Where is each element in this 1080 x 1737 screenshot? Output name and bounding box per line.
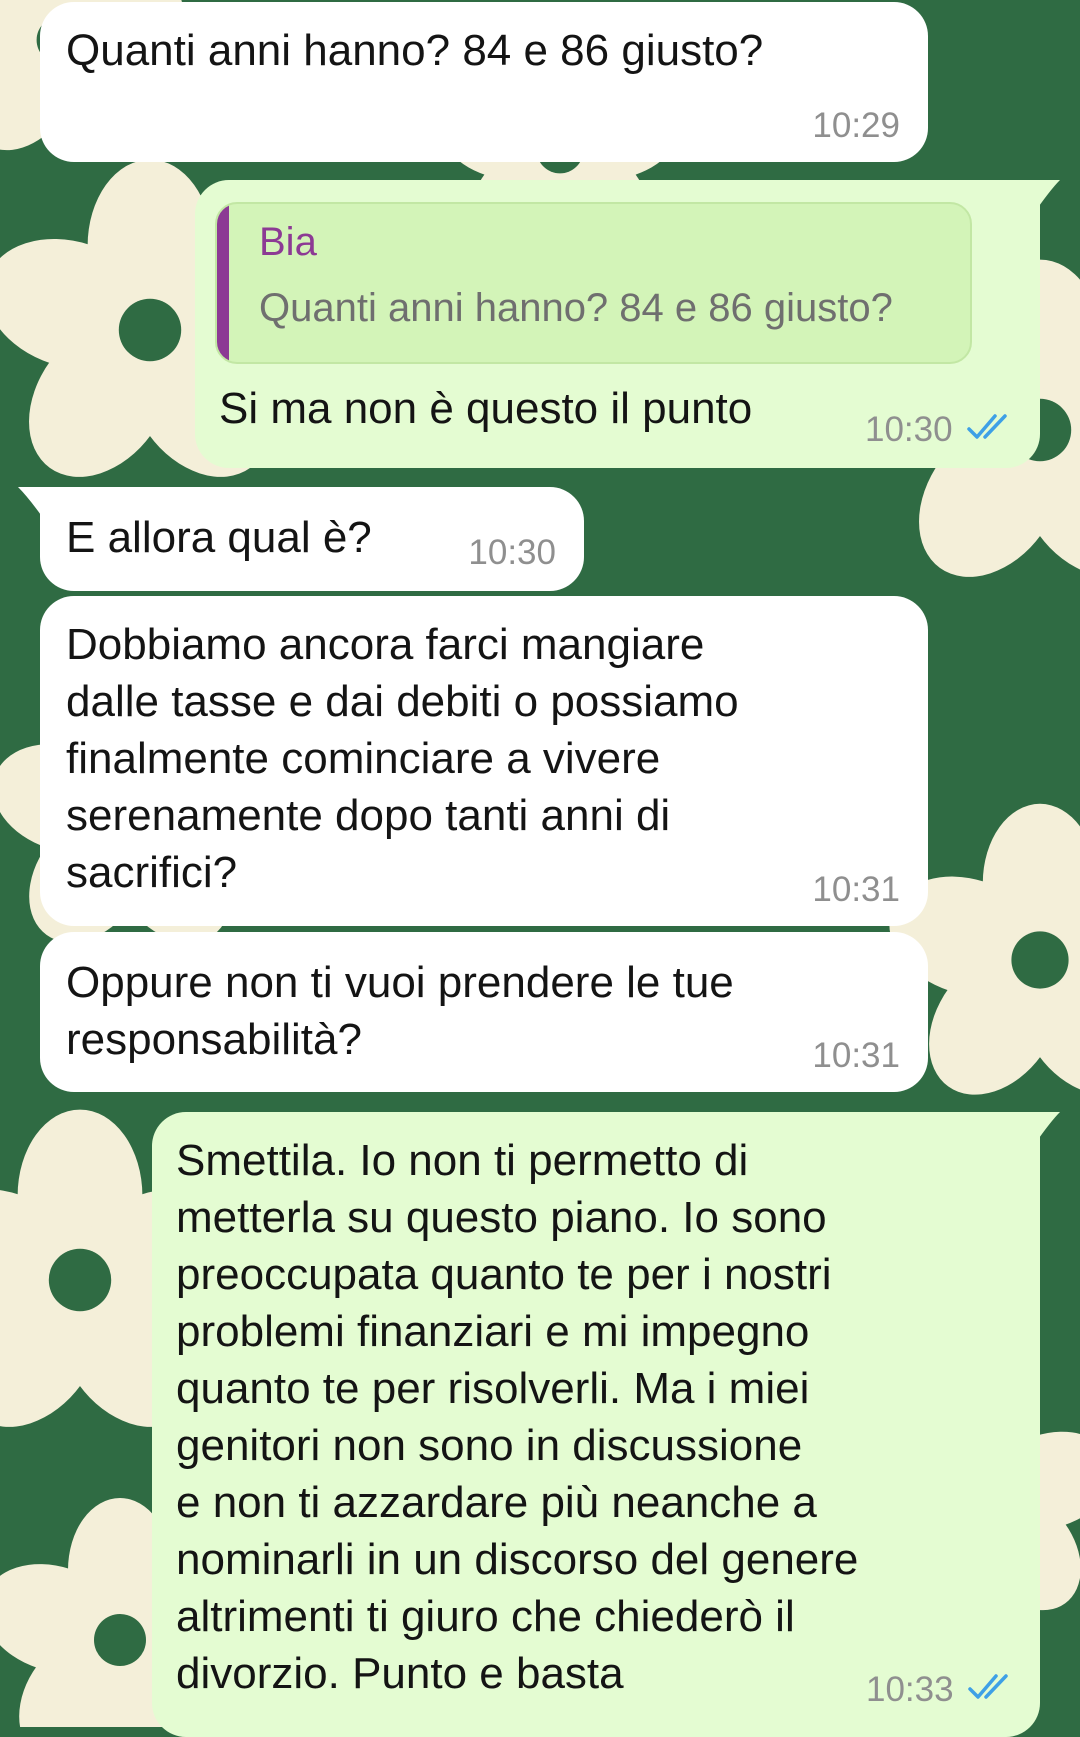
double-check-icon <box>968 1674 1008 1699</box>
message-time: 10:31 <box>812 1036 900 1075</box>
message-bubble-incoming[interactable]: E allora qual è? 10:30 <box>40 487 584 591</box>
message-text: E allora qual è? <box>66 513 372 562</box>
message-time: 10:30 <box>865 410 953 449</box>
message-bubble-outgoing[interactable]: Smettila. Io non ti permetto di metterla… <box>152 1112 1040 1737</box>
message-time: 10:29 <box>812 106 900 145</box>
reply-quote[interactable]: Bia Quanti anni hanno? 84 e 86 giusto? <box>215 202 972 364</box>
message-bubble-incoming[interactable]: Oppure non ti vuoi prendere le tue respo… <box>40 932 928 1092</box>
double-check-icon <box>967 414 1007 439</box>
message-time: 10:30 <box>468 533 556 572</box>
message-text: Smettila. Io non ti permetto di metterla… <box>176 1136 859 1698</box>
message-text: Dobbiamo ancora farci mangiare dalle tas… <box>66 620 739 897</box>
message-text: Si ma non è questo il punto <box>219 384 753 433</box>
reply-quote-bar <box>217 204 229 362</box>
message-time: 10:33 <box>866 1670 954 1709</box>
message-bubble-incoming[interactable]: Dobbiamo ancora farci mangiare dalle tas… <box>40 596 928 926</box>
reply-text: Quanti anni hanno? 84 e 86 giusto? <box>259 286 893 330</box>
message-bubble-incoming[interactable]: Quanti anni hanno? 84 e 86 giusto? 10:29 <box>40 2 928 162</box>
message-text: Oppure non ti vuoi prendere le tue respo… <box>66 958 734 1064</box>
reply-author: Bia <box>259 220 317 264</box>
message-time: 10:31 <box>812 870 900 909</box>
message-bubble-outgoing[interactable]: Bia Quanti anni hanno? 84 e 86 giusto? S… <box>195 180 1040 468</box>
message-text: Quanti anni hanno? 84 e 86 giusto? <box>66 26 764 75</box>
